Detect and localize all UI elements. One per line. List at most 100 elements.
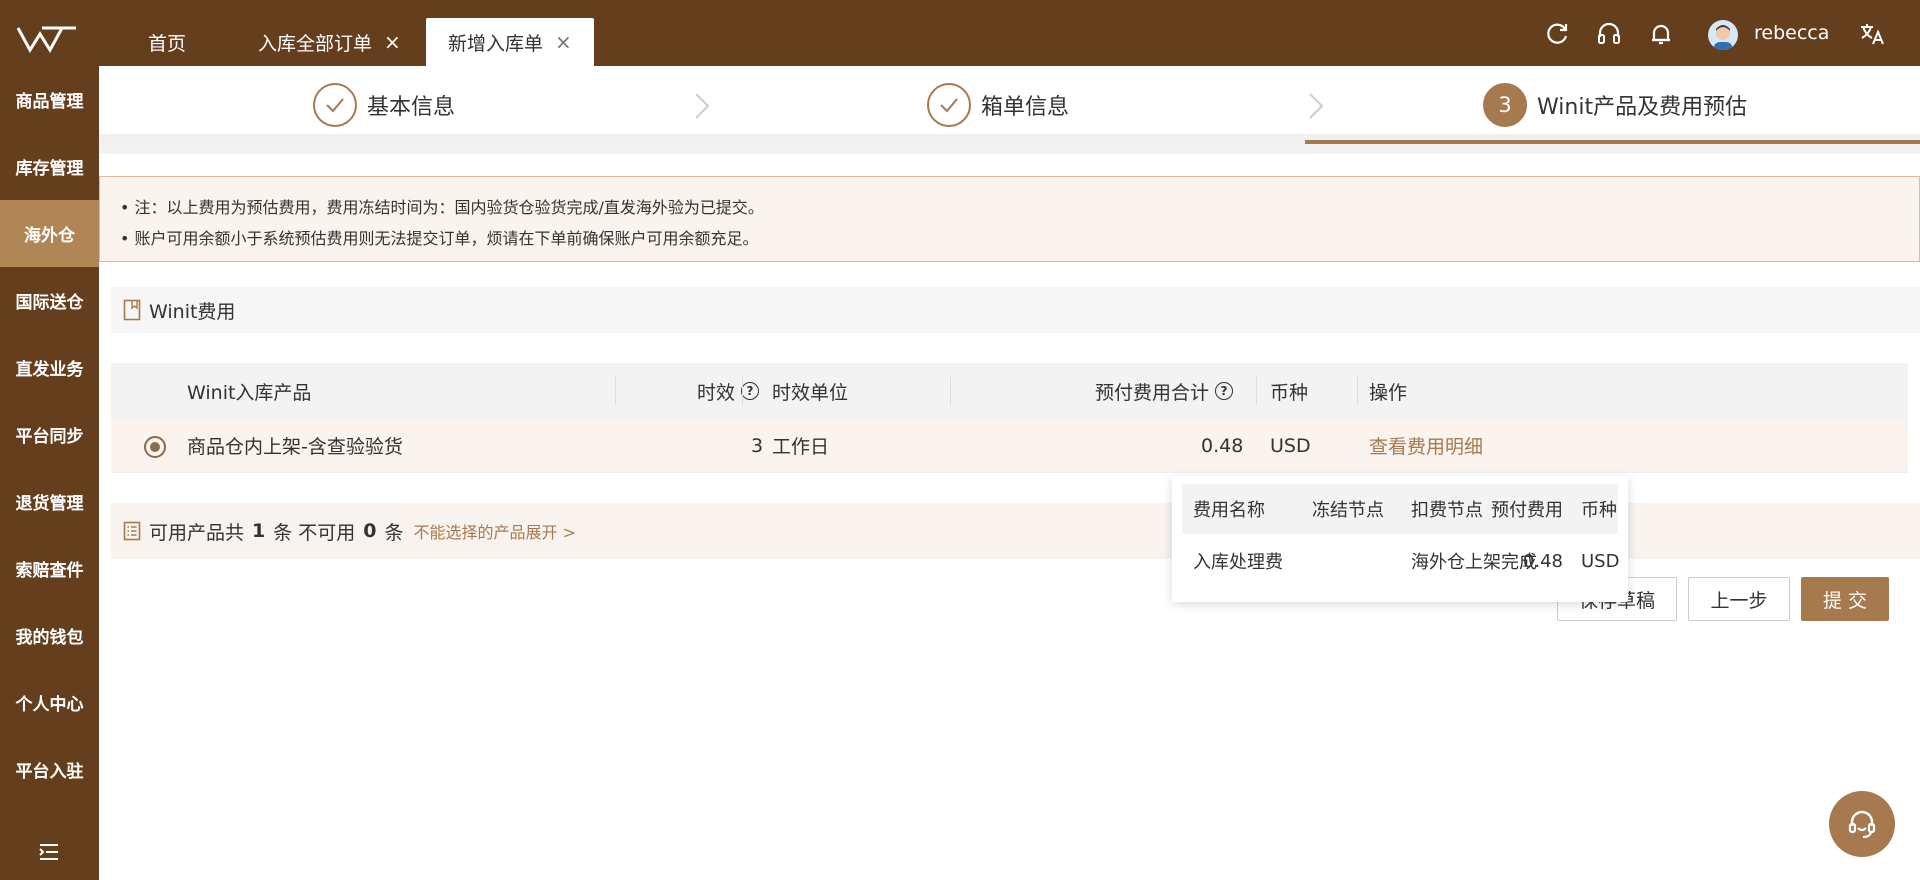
sidebar-item-label: 平台同步 <box>15 427 84 447</box>
notice-line: • 账户可用余额小于系统预估费用则无法提交订单，烦请在下单前确保账户可用余额充足… <box>120 229 759 248</box>
sidebar-item-label: 库存管理 <box>15 159 84 179</box>
help-icon[interactable]: ? <box>741 382 760 400</box>
content-panel: • 注：以上费用为预估费用，费用冻结时间为：国内验货仓验货完成/直发海外验为已提… <box>99 154 1920 880</box>
header-total: 预付费用合计 ? <box>1095 363 1234 419</box>
unit-value: 工作日 <box>772 436 830 458</box>
prev-step-button[interactable]: 上一步 <box>1688 577 1790 621</box>
list-icon <box>123 521 141 541</box>
sidebar-item-label: 商品管理 <box>15 92 84 112</box>
sidebar-item-returns[interactable]: 退货管理 <box>0 468 99 535</box>
chevron-right-icon <box>1309 93 1324 119</box>
tab-label: 入库全部订单 <box>258 32 373 55</box>
pop-header-deduct: 扣费节点 <box>1411 500 1483 521</box>
table-row[interactable]: 商品仓内上架-含查验验货 3 工作日 0.48 USD 查看费用明细 <box>111 419 1908 473</box>
prepaid-fee: 0.48 <box>1522 550 1563 572</box>
view-fee-detail-link[interactable]: 查看费用明细 <box>1369 419 1483 472</box>
step-number: 3 <box>1483 83 1527 127</box>
sidebar-item-label: 个人中心 <box>15 695 84 715</box>
sidebar-item-direct-ship[interactable]: 直发业务 <box>0 334 99 401</box>
sidebar-item-profile[interactable]: 个人中心 <box>0 669 99 736</box>
header-action: 操作 <box>1369 381 1408 404</box>
unavailable-count: 0 <box>363 520 377 542</box>
availability-suffix: 条 <box>384 521 404 544</box>
column-divider <box>1256 377 1257 405</box>
fee-name: 入库处理费 <box>1193 552 1283 573</box>
step-packing-info: 箱单信息 <box>927 83 1069 127</box>
sidebar-item-platform-sync[interactable]: 平台同步 <box>0 401 99 468</box>
header-unit: 时效单位 <box>772 381 849 404</box>
sidebar-item-overseas-warehouse[interactable]: 海外仓 <box>0 200 99 267</box>
sidebar-item-claims[interactable]: 索赔查件 <box>0 535 99 602</box>
sidebar-item-intl-delivery[interactable]: 国际送仓 <box>0 267 99 334</box>
tab-home[interactable]: 首页 <box>148 18 186 66</box>
sidebar-item-label: 索赔查件 <box>15 561 84 581</box>
notice-line: • 注：以上费用为预估费用，费用冻结时间为：国内验货仓验货完成/直发海外验为已提… <box>120 198 764 217</box>
sidebar: 商品管理 库存管理 海外仓 国际送仓 直发业务 平台同步 退货管理 索赔查件 我… <box>0 66 99 880</box>
check-icon <box>927 83 971 127</box>
username[interactable]: rebecca <box>1754 22 1829 44</box>
product-name: 商品仓内上架-含查验验货 <box>187 436 403 458</box>
tab-label: 新增入库单 <box>448 32 544 55</box>
deduct-node: 海外仓上架完成 <box>1411 552 1537 573</box>
step-basic-info: 基本信息 <box>313 83 455 127</box>
popover-row: 入库处理费 海外仓上架完成 0.48 USD <box>1182 534 1620 588</box>
sidebar-item-label: 海外仓 <box>24 226 75 246</box>
fee-notice: • 注：以上费用为预估费用，费用冻结时间为：国内验货仓验货完成/直发海外验为已提… <box>99 176 1920 262</box>
menu-collapse-icon[interactable] <box>38 842 60 862</box>
sidebar-item-label: 平台入驻 <box>15 762 84 782</box>
steps-bar: 基本信息 箱单信息 3 Winit产品及费用预估 <box>99 66 1920 144</box>
product-table: Winit入库产品 时效 ? 时效单位 预付费用合计 ? 币种 操作 商品仓内上… <box>111 363 1908 473</box>
check-icon <box>313 83 357 127</box>
logo-icon[interactable] <box>16 22 78 56</box>
availability-prefix: 可用产品共 <box>149 521 245 544</box>
column-divider <box>950 377 951 405</box>
avatar[interactable] <box>1708 20 1738 50</box>
close-icon[interactable]: × <box>555 32 572 52</box>
header-timeliness: 时效 ? <box>697 363 760 419</box>
main-area: 基本信息 箱单信息 3 Winit产品及费用预估 • 注：以上费用为预估费用，费… <box>99 66 1920 880</box>
pop-header-currency: 币种 <box>1581 500 1617 521</box>
column-divider <box>742 377 743 405</box>
sidebar-item-label: 我的钱包 <box>15 628 84 648</box>
product-radio[interactable] <box>144 436 166 458</box>
top-bar: 首页 入库全部订单 × 新增入库单 × rebecca <box>0 0 1920 66</box>
column-divider <box>615 377 616 405</box>
avatar-icon <box>1714 25 1732 50</box>
sidebar-item-label: 直发业务 <box>15 360 84 380</box>
close-icon[interactable]: × <box>384 32 401 52</box>
refresh-icon[interactable] <box>1543 20 1571 48</box>
tab-label: 首页 <box>148 32 187 55</box>
timeliness-value: 3 <box>751 434 764 457</box>
step-label: 基本信息 <box>367 95 456 120</box>
fee-currency: USD <box>1581 550 1620 572</box>
sidebar-item-inventory[interactable]: 库存管理 <box>0 133 99 200</box>
sidebar-item-label: 国际送仓 <box>15 293 84 313</box>
sidebar-item-products[interactable]: 商品管理 <box>0 66 99 133</box>
help-icon[interactable]: ? <box>1215 382 1234 400</box>
availability-middle: 条 不可用 <box>273 521 356 544</box>
section-title: Winit费用 <box>149 300 236 323</box>
submit-button[interactable]: 提 交 <box>1801 577 1889 621</box>
step-product-fee: 3 Winit产品及费用预估 <box>1483 83 1747 127</box>
currency-value: USD <box>1270 434 1311 457</box>
chevron-right-icon <box>695 93 710 119</box>
fee-section-header: Winit费用 <box>111 287 1920 333</box>
support-button[interactable] <box>1829 791 1895 857</box>
tab-new-inbound[interactable]: 新增入库单 × <box>426 18 594 66</box>
expand-unavailable-link[interactable]: 不能选择的产品展开 > <box>414 519 577 543</box>
sidebar-item-platform-onboarding[interactable]: 平台入驻 <box>0 736 99 803</box>
headset-icon[interactable] <box>1595 20 1623 48</box>
tab-all-orders[interactable]: 入库全部订单 × <box>258 18 401 66</box>
pop-header-name: 费用名称 <box>1193 500 1265 521</box>
column-divider <box>1357 377 1358 405</box>
customer-service-icon <box>1848 810 1876 838</box>
sidebar-item-wallet[interactable]: 我的钱包 <box>0 602 99 669</box>
bell-icon[interactable] <box>1647 20 1675 48</box>
sidebar-item-label: 退货管理 <box>15 494 84 514</box>
active-step-indicator <box>1305 140 1920 144</box>
available-count: 1 <box>252 520 266 542</box>
header-currency: 币种 <box>1270 381 1309 404</box>
step-label: Winit产品及费用预估 <box>1537 95 1748 120</box>
translate-icon[interactable] <box>1858 20 1886 48</box>
fee-detail-popover: 费用名称 冻结节点 扣费节点 预付费用 币种 入库处理费 海外仓上架完成 0.4… <box>1172 476 1628 602</box>
